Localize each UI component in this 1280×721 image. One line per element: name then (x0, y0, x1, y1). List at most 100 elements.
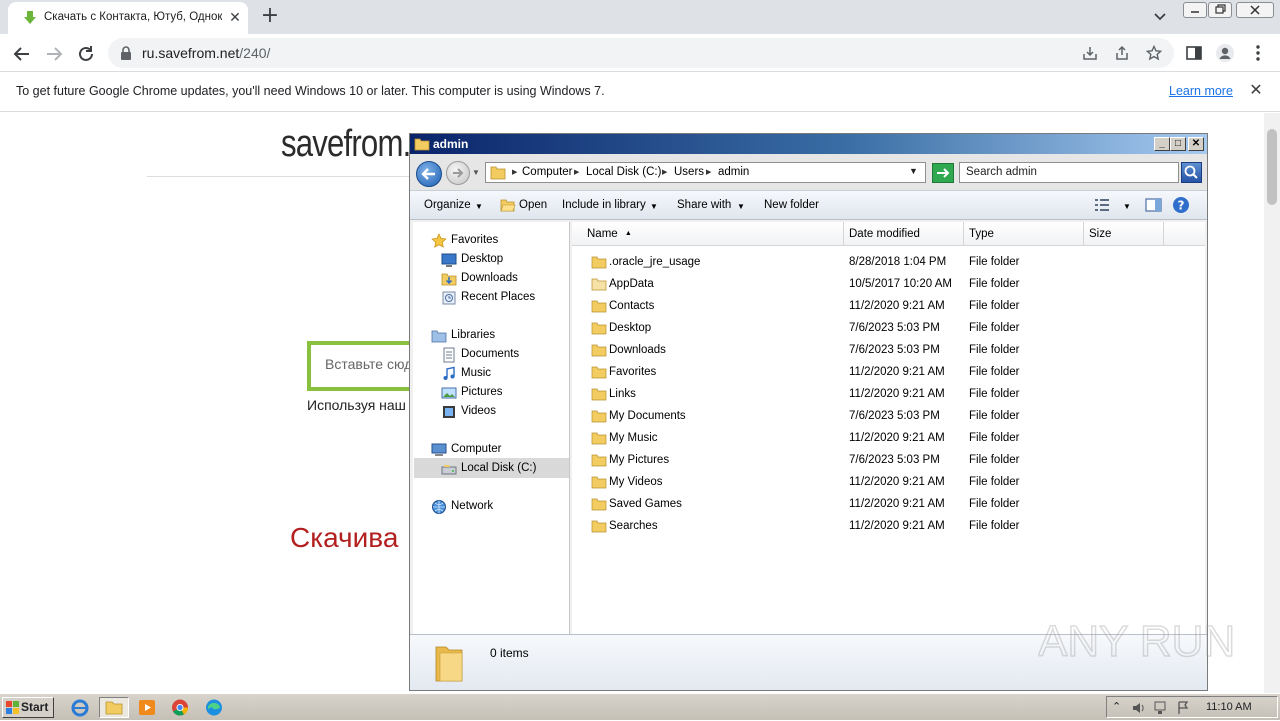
share-with-menu[interactable]: Share with (677, 199, 731, 211)
folder-icon (591, 498, 607, 511)
breadcrumb-arrow-icon[interactable]: ▶ (662, 168, 667, 176)
explorer-maximize-button[interactable]: □ (1170, 137, 1186, 151)
explorer-back-button[interactable] (416, 161, 442, 187)
file-row[interactable]: .oracle_jre_usage 8/28/2018 1:04 PM File f… (572, 252, 1205, 274)
reload-icon[interactable] (72, 40, 100, 68)
file-name: My Videos (609, 476, 663, 488)
close-window-button[interactable] (1236, 2, 1274, 18)
clock[interactable]: 11:10 AM (1206, 701, 1252, 713)
include-in-library-menu[interactable]: Include in library (562, 199, 646, 211)
pictures-icon (441, 387, 457, 399)
explorer-titlebar[interactable]: admin _ □ ✕ (410, 134, 1207, 154)
breadcrumb-users[interactable]: Users (674, 166, 704, 178)
file-row[interactable]: My Pictures 7/6/2023 5:03 PM File folder (572, 450, 1205, 472)
site-logo[interactable]: savefrom. (281, 123, 411, 166)
view-dropdown-icon[interactable]: ▼ (1123, 202, 1131, 211)
breadcrumb-computer[interactable]: Computer (522, 166, 573, 178)
file-row[interactable]: Downloads 7/6/2023 5:03 PM File folder (572, 340, 1205, 362)
tab-search-chevron-icon[interactable] (1150, 8, 1170, 26)
show-hidden-icons-icon[interactable]: ⌃ (1112, 700, 1121, 713)
learn-more-link[interactable]: Learn more (1169, 84, 1233, 98)
share-dropdown-icon[interactable]: ▼ (737, 202, 745, 211)
share-icon[interactable] (1114, 45, 1130, 61)
folder-icon (591, 410, 607, 423)
action-center-flag-icon[interactable] (1175, 700, 1191, 716)
minimize-window-button[interactable] (1183, 2, 1207, 18)
watermark-text: ANY RUN (1038, 617, 1234, 666)
breadcrumb-arrow-icon[interactable]: ▶ (706, 168, 711, 176)
recent-pages-dropdown-icon[interactable]: ▼ (472, 168, 482, 178)
file-row[interactable]: Links 11/2/2020 9:21 AM File folder (572, 384, 1205, 406)
navigation-pane: Favorites Desktop Downloads Recent Place… (413, 222, 570, 634)
back-arrow-icon[interactable] (8, 40, 36, 68)
column-header-date[interactable]: Date modified (844, 222, 964, 246)
file-row[interactable]: Desktop 7/6/2023 5:03 PM File folder (572, 318, 1205, 340)
taskbar-chrome[interactable] (167, 697, 193, 718)
open-button[interactable]: Open (519, 199, 547, 211)
column-header-name[interactable]: Name ▲ (572, 222, 844, 246)
page-scrollbar-thumb[interactable] (1267, 129, 1277, 205)
file-row[interactable]: Searches 11/2/2020 9:21 AM File folder (572, 516, 1205, 538)
folder-icon (591, 278, 607, 291)
explorer-search-input[interactable]: Search admin (959, 162, 1179, 183)
explorer-refresh-button[interactable] (932, 163, 954, 183)
explorer-forward-button[interactable] (446, 161, 470, 185)
profile-avatar-icon[interactable] (1215, 43, 1235, 63)
file-row[interactable]: Saved Games 11/2/2020 9:21 AM File folder (572, 494, 1205, 516)
explorer-search-button[interactable] (1181, 162, 1202, 183)
magnifier-icon (1184, 165, 1198, 179)
address-bar[interactable]: ru.savefrom.net/240/ (108, 38, 1174, 68)
new-tab-button[interactable]: + (258, 5, 282, 29)
tab-close-icon[interactable]: ✕ (226, 9, 244, 27)
sort-ascending-icon: ▲ (624, 230, 632, 237)
new-folder-button[interactable]: New folder (764, 199, 819, 211)
explorer-address-bar[interactable]: ▶ Computer ▶ Local Disk (C:) ▶ Users ▶ a… (485, 162, 926, 183)
taskbar-media-player[interactable] (134, 697, 160, 718)
file-row[interactable]: AppData 10/5/2017 10:20 AM File folder (572, 274, 1205, 296)
address-dropdown-icon[interactable]: ▼ (909, 166, 918, 176)
column-header-size[interactable]: Size (1084, 222, 1164, 246)
browser-tab[interactable]: Скачать с Контакта, Ютуб, Одноклассников… (8, 2, 248, 34)
volume-icon[interactable] (1131, 700, 1147, 716)
network-status-icon[interactable] (1153, 700, 1169, 716)
install-app-icon[interactable] (1082, 45, 1098, 61)
forward-arrow-icon[interactable] (40, 40, 68, 68)
recent-places-icon (442, 291, 456, 305)
lock-icon[interactable] (120, 46, 132, 60)
view-options-icon[interactable] (1094, 198, 1110, 212)
file-row[interactable]: My Videos 11/2/2020 9:21 AM File folder (572, 472, 1205, 494)
restore-window-button[interactable] (1208, 2, 1232, 18)
file-row[interactable]: My Documents 7/6/2023 5:03 PM File folder (572, 406, 1205, 428)
column-header-type[interactable]: Type (964, 222, 1084, 246)
preview-pane-icon[interactable] (1145, 197, 1162, 213)
taskbar-internet-explorer[interactable] (67, 697, 93, 718)
page-scrollbar[interactable] (1264, 113, 1280, 693)
organize-menu[interactable]: Organize (424, 199, 471, 211)
infobar-close-icon[interactable]: ✕ (1248, 82, 1264, 98)
bookmark-star-icon[interactable] (1146, 45, 1162, 61)
nav-label: Libraries (451, 329, 496, 341)
breadcrumb-arrow-icon[interactable]: ▶ (574, 168, 579, 176)
explorer-minimize-button[interactable]: _ (1154, 137, 1170, 151)
taskbar-explorer[interactable] (99, 697, 129, 718)
side-panel-icon[interactable] (1184, 43, 1204, 63)
folder-icon (591, 454, 607, 467)
explorer-close-button[interactable]: ✕ (1188, 137, 1204, 151)
file-row[interactable]: Contacts 11/2/2020 9:21 AM File folder (572, 296, 1205, 318)
breadcrumb-local-disk[interactable]: Local Disk (C:) (586, 166, 661, 178)
taskbar-edge[interactable] (201, 697, 227, 718)
file-row[interactable]: My Music 11/2/2020 9:21 AM File folder (572, 428, 1205, 450)
help-icon[interactable]: ? (1172, 196, 1190, 214)
file-name: Searches (609, 520, 658, 532)
nav-label: Computer (451, 443, 502, 455)
breadcrumb-admin[interactable]: admin (718, 166, 749, 178)
start-button[interactable]: Start (2, 697, 54, 718)
file-type: File folder (969, 432, 1020, 444)
folder-icon (591, 476, 607, 489)
star-icon (431, 233, 447, 248)
include-dropdown-icon[interactable]: ▼ (650, 202, 658, 211)
file-row[interactable]: Favorites 11/2/2020 9:21 AM File folder (572, 362, 1205, 384)
breadcrumb-arrow-icon[interactable]: ▶ (512, 168, 517, 176)
menu-kebab-icon[interactable] (1248, 43, 1268, 63)
organize-dropdown-icon[interactable]: ▼ (475, 202, 483, 211)
